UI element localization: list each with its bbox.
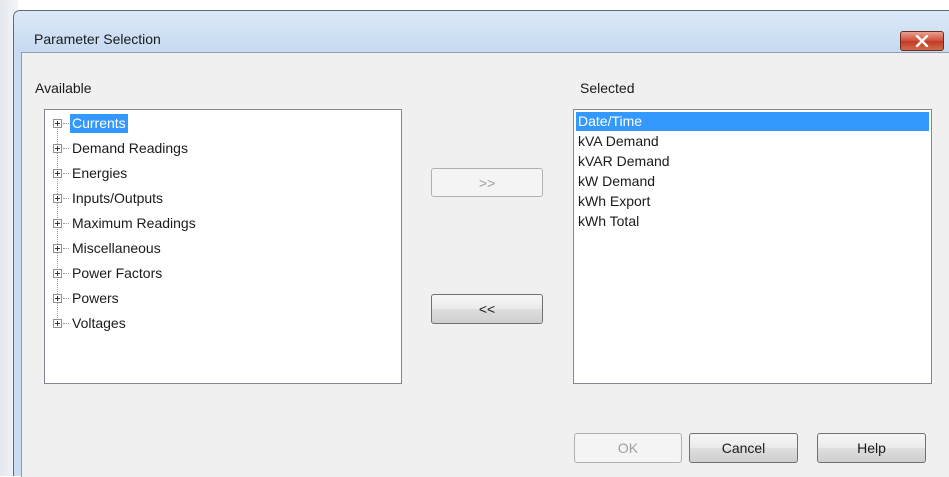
remove-button[interactable]: <<: [431, 294, 543, 324]
tree-item-label: Power Factors: [72, 265, 163, 281]
title-bar[interactable]: Parameter Selection: [14, 11, 949, 51]
tree-connector: [63, 173, 69, 174]
help-button[interactable]: Help: [817, 433, 926, 463]
tree-connector: [63, 148, 69, 149]
cancel-button[interactable]: Cancel: [689, 433, 798, 463]
tree-item-label: Miscellaneous: [72, 240, 161, 256]
list-item[interactable]: kW Demand: [576, 172, 929, 191]
available-tree[interactable]: Currents Demand Readings Energies Inputs/Ou…: [44, 109, 402, 384]
tree-connector: [63, 248, 69, 249]
list-item[interactable]: kVAR Demand: [576, 152, 929, 171]
list-item[interactable]: kWh Export: [576, 192, 929, 211]
tree-item-label: Maximum Readings: [72, 215, 196, 231]
expand-plus-icon[interactable]: [53, 319, 62, 328]
expand-plus-icon[interactable]: [53, 169, 62, 178]
expand-plus-icon[interactable]: [53, 269, 62, 278]
list-item[interactable]: kWh Total: [576, 212, 929, 231]
list-item[interactable]: kVA Demand: [576, 132, 929, 151]
expand-plus-icon[interactable]: [53, 294, 62, 303]
tree-item-label: Energies: [72, 165, 128, 181]
ok-button[interactable]: OK: [574, 433, 682, 463]
tree-item-label: Currents: [70, 114, 128, 133]
tree-connector: [63, 198, 69, 199]
list-item[interactable]: Date/Time: [576, 112, 929, 131]
tree-connector: [63, 123, 69, 124]
parameter-selection-dialog: Parameter Selection Available Selected C…: [13, 10, 949, 477]
tree-item-label: Powers: [72, 290, 119, 306]
expand-plus-icon[interactable]: [53, 194, 62, 203]
close-button[interactable]: [900, 31, 944, 51]
tree-item-label: Inputs/Outputs: [72, 190, 164, 206]
dialog-title: Parameter Selection: [34, 31, 161, 47]
tree-connector: [63, 273, 69, 274]
expand-plus-icon[interactable]: [53, 219, 62, 228]
available-label: Available: [35, 80, 92, 96]
close-icon: [915, 35, 929, 47]
expand-plus-icon[interactable]: [53, 244, 62, 253]
tree-connector: [63, 323, 69, 324]
tree-connector: [63, 223, 69, 224]
add-button[interactable]: >>: [431, 168, 543, 197]
tree-item-label: Demand Readings: [72, 140, 188, 156]
dialog-body: Available Selected Currents Demand Readin…: [21, 52, 949, 477]
selected-label: Selected: [580, 80, 635, 96]
tree-connector: [63, 298, 69, 299]
expand-plus-icon[interactable]: [53, 144, 62, 153]
selected-list[interactable]: Date/Time kVA Demand kVAR Demand kW Demand k…: [573, 109, 932, 384]
tree-item-label: Voltages: [72, 315, 126, 331]
expand-plus-icon[interactable]: [53, 119, 62, 128]
